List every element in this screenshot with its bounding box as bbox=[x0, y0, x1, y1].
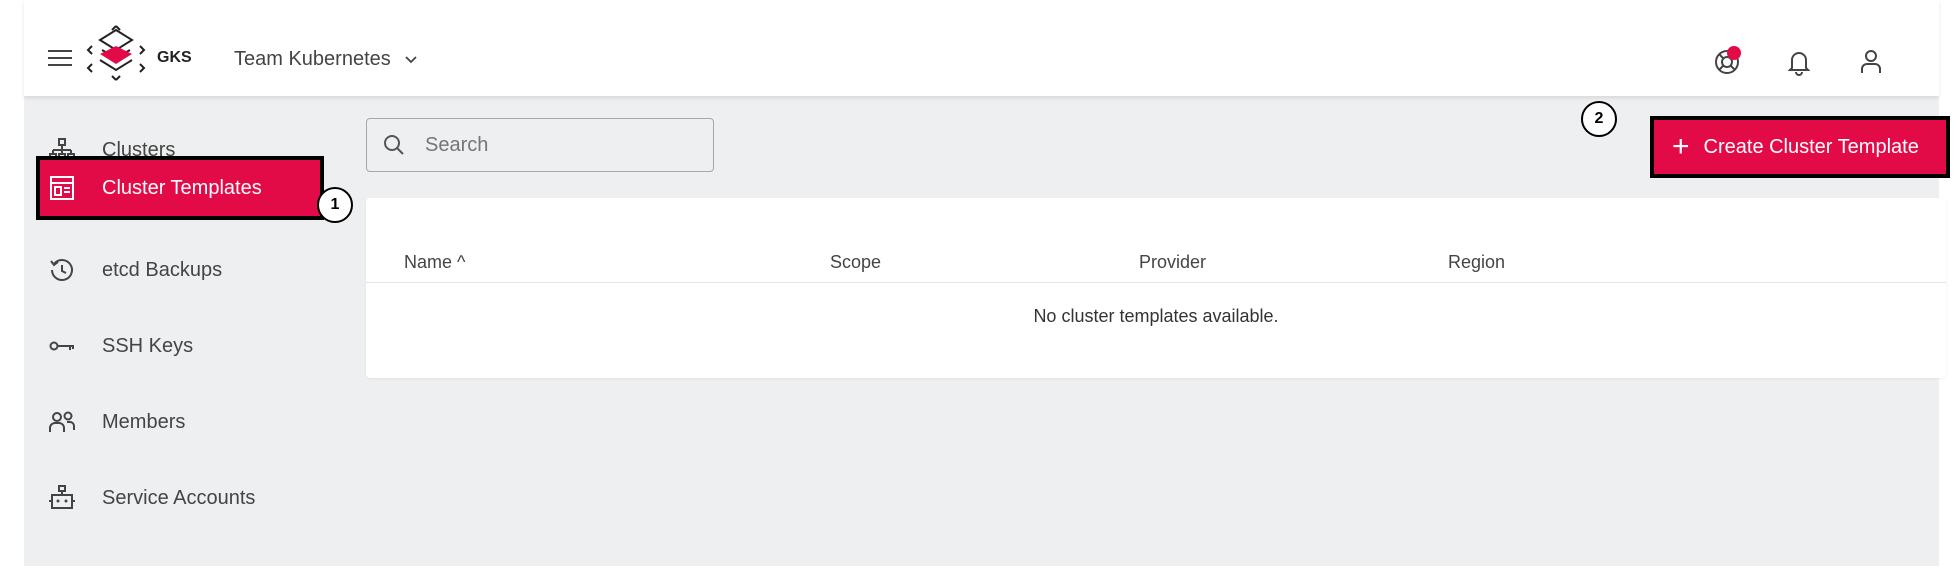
cluster-templates-table: Name ^ Scope Provider Region No cluster … bbox=[366, 198, 1946, 378]
sidebar-item-label: etcd Backups bbox=[102, 258, 223, 281]
search-input[interactable] bbox=[423, 132, 707, 158]
sidebar-item-label: Cluster Templates bbox=[102, 176, 262, 199]
column-header-provider[interactable]: Provider bbox=[1139, 252, 1206, 273]
search-box bbox=[366, 118, 714, 172]
sidebar-item-label: Service Accounts bbox=[102, 486, 256, 509]
brand-name: GKS bbox=[157, 49, 192, 66]
column-header-name[interactable]: Name ^ bbox=[404, 252, 465, 273]
empty-state-message: No cluster templates available. bbox=[1033, 306, 1279, 326]
people-icon bbox=[46, 406, 78, 438]
gks-logo-icon bbox=[86, 25, 146, 81]
robot-icon bbox=[46, 482, 78, 514]
sidebar-item-etcd-backups[interactable]: etcd Backups bbox=[24, 238, 344, 302]
account-icon bbox=[1861, 50, 1881, 73]
sidebar-item-members[interactable]: Members bbox=[24, 390, 344, 454]
column-header-scope[interactable]: Scope bbox=[830, 252, 881, 273]
menu-icon[interactable] bbox=[48, 50, 72, 68]
column-header-label: Name bbox=[404, 252, 453, 272]
history-icon bbox=[46, 254, 78, 286]
top-bar: GKS Team Kubernetes bbox=[24, 0, 1939, 96]
bell-icon bbox=[1787, 52, 1811, 76]
annotation-badge-2: 2 bbox=[1581, 101, 1617, 137]
sidebar: Clusters Cluster Templates etcd Backups … bbox=[24, 96, 344, 566]
sidebar-item-ssh-keys[interactable]: SSH Keys bbox=[24, 314, 344, 378]
annotation-badge-1: 1 bbox=[317, 187, 353, 223]
sidebar-item-label: SSH Keys bbox=[102, 334, 194, 357]
sidebar-item-cluster-templates[interactable]: Cluster Templates bbox=[36, 156, 324, 220]
create-cluster-template-button[interactable]: + Create Cluster Template bbox=[1650, 116, 1950, 178]
sidebar-item-label: Members bbox=[102, 410, 186, 433]
key-icon bbox=[46, 330, 78, 362]
notifications-button[interactable] bbox=[1781, 44, 1817, 80]
table-header: Name ^ Scope Provider Region bbox=[366, 244, 1946, 283]
search-icon bbox=[384, 135, 404, 155]
app-window: GKS Team Kubernetes Clusters Cluster Tem… bbox=[24, 0, 1950, 566]
sidebar-item-service-accounts[interactable]: Service Accounts bbox=[24, 466, 344, 530]
notification-dot bbox=[1727, 46, 1741, 60]
main-content: + Create Cluster Template Name ^ Scope P… bbox=[344, 96, 1950, 566]
template-icon bbox=[46, 172, 78, 204]
plus-icon: + bbox=[1672, 130, 1690, 163]
column-header-region[interactable]: Region bbox=[1448, 252, 1505, 273]
project-selector[interactable]: Team Kubernetes bbox=[234, 44, 419, 74]
project-name: Team Kubernetes bbox=[234, 47, 391, 70]
chevron-down-icon bbox=[405, 56, 417, 64]
header-actions bbox=[1709, 44, 1889, 80]
sort-ascending-icon: ^ bbox=[457, 252, 466, 272]
create-button-label: Create Cluster Template bbox=[1703, 135, 1919, 158]
support-button[interactable] bbox=[1709, 44, 1745, 80]
account-button[interactable] bbox=[1853, 44, 1889, 80]
